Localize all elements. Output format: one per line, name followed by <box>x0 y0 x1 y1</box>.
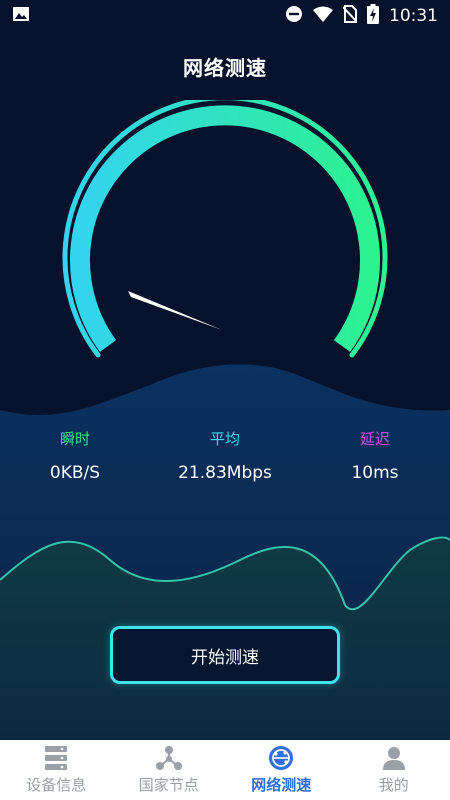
no-sim-icon <box>342 5 358 27</box>
tab-device-info-label: 设备信息 <box>26 776 87 794</box>
stat-average-value: 21.83Mbps <box>178 463 272 483</box>
image-icon <box>12 6 30 26</box>
stat-latency: 延迟 10ms <box>300 428 450 483</box>
stats-panel: 瞬时 0KB/S 平均 21.83Mbps 延迟 10ms <box>0 428 450 498</box>
tab-nodes[interactable]: 国家节点 <box>113 740 226 800</box>
speedtest-icon <box>267 745 295 771</box>
stat-average-label: 平均 <box>209 430 240 448</box>
speed-gauge <box>62 100 388 358</box>
do-not-disturb-icon <box>285 5 303 27</box>
stat-average: 平均 21.83Mbps <box>150 428 300 483</box>
page-title: 网络测速 <box>183 56 267 80</box>
device-info-icon <box>42 745 70 771</box>
wifi-icon <box>313 6 333 26</box>
gauge-needle <box>128 291 222 330</box>
stat-instant: 瞬时 0KB/S <box>0 428 150 483</box>
clock: 10:31 <box>389 6 438 26</box>
start-test-button[interactable]: 开始测速 <box>110 626 340 684</box>
bottom-tab-bar: 设备信息 国家节点 网络测速 我的 <box>0 740 450 800</box>
status-bar: 10:31 <box>0 0 450 32</box>
gauge-inner-arc <box>70 105 380 352</box>
battery-charging-icon <box>367 4 379 28</box>
tab-profile[interactable]: 我的 <box>338 740 450 800</box>
stat-latency-value: 10ms <box>351 463 399 483</box>
nodes-icon <box>155 745 183 771</box>
tab-speedtest[interactable]: 网络测速 <box>225 740 338 800</box>
stat-instant-value: 0KB/S <box>49 463 101 483</box>
tab-speedtest-label: 网络测速 <box>251 776 312 794</box>
user-icon <box>380 745 408 771</box>
tab-profile-label: 我的 <box>378 776 409 794</box>
tab-device-info[interactable]: 设备信息 <box>0 740 113 800</box>
stat-instant-label: 瞬时 <box>59 430 90 448</box>
gauge-outer-arc <box>62 100 388 358</box>
stat-latency-label: 延迟 <box>359 430 390 448</box>
tab-nodes-label: 国家节点 <box>138 776 199 794</box>
